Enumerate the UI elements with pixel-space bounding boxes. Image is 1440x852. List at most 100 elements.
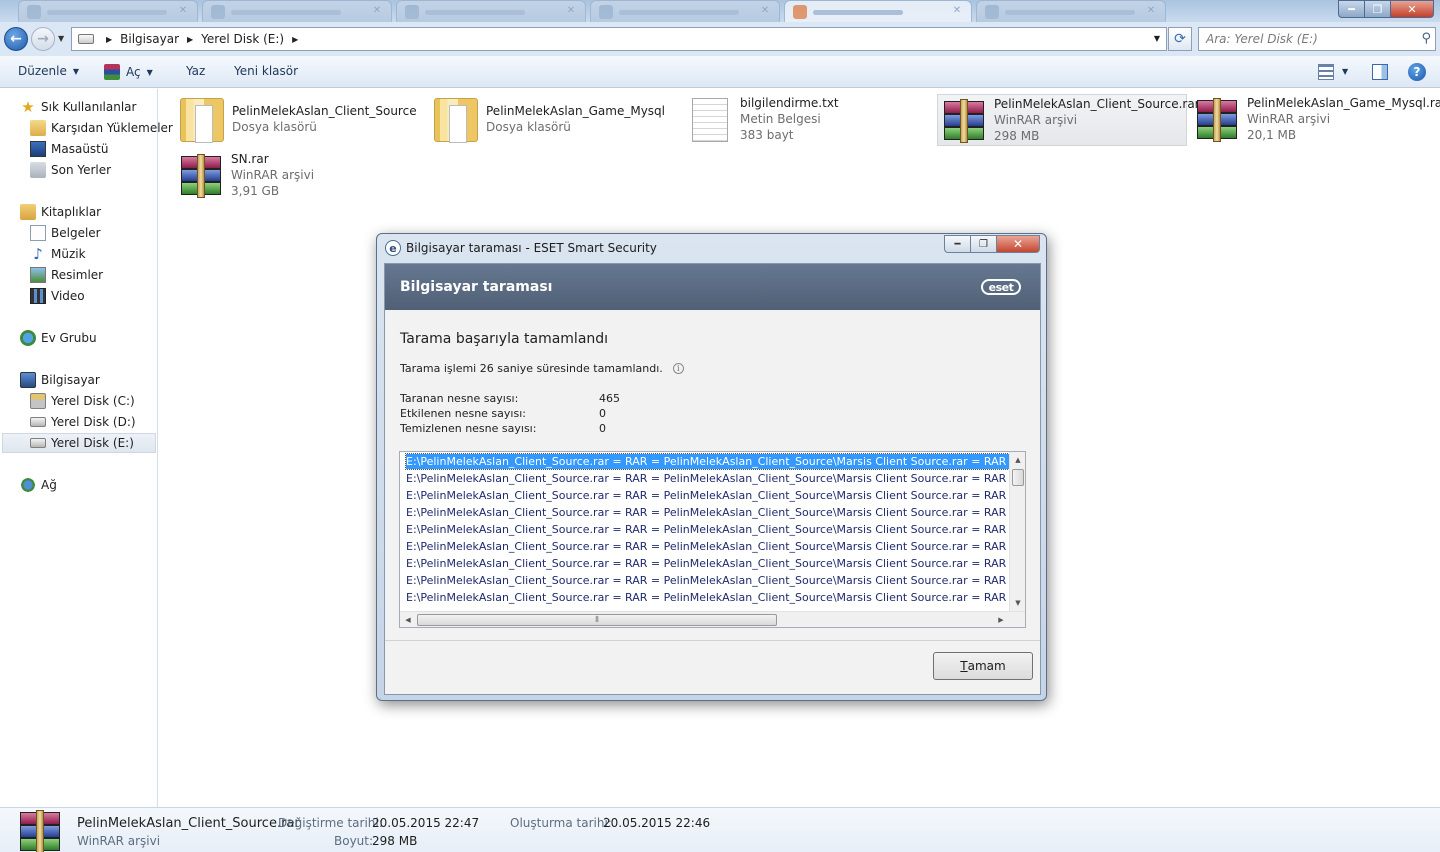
nav-label: Yerel Disk (D:) [51,415,136,429]
new-folder-button[interactable]: Yeni klasör [234,64,298,78]
file-item[interactable]: SN.rar WinRAR arşivi 3,91 GB [175,150,425,202]
pictures-icon [30,267,46,283]
active-tab[interactable]: ✕ [784,0,972,22]
computer-icon [20,372,36,388]
scroll-up-arrow-icon[interactable]: ▲ [1010,452,1025,468]
breadcrumb-separator-icon[interactable]: ▶ [106,35,112,44]
details-file-name: PelinMelekAslan_Client_Source.rar [77,816,300,831]
nav-computer[interactable]: Bilgisayar [20,370,100,390]
address-bar[interactable]: ▶ Bilgisayar ▶ Yerel Disk (E:) ▶ ▼ [71,27,1167,51]
maximize-button[interactable]: ❐ [1364,0,1390,18]
scroll-left-arrow-icon[interactable]: ◀ [400,612,416,627]
eset-app-icon: e [385,240,401,256]
file-name: PelinMelekAslan_Game_Mysql.rar [1247,96,1440,110]
close-button[interactable]: ✕ [1390,0,1434,18]
refresh-button[interactable]: ⟳ [1168,27,1192,51]
back-arrow-icon: ← [10,31,22,47]
drive-icon [30,417,46,427]
back-button[interactable]: ← [4,27,28,51]
nav-drive-e[interactable]: Yerel Disk (E:) [2,433,156,453]
nav-label: Kitaplıklar [41,205,102,219]
nav-favorites[interactable]: ★ Sık Kullanılanlar [20,97,136,117]
nav-label: Sık Kullanılanlar [41,100,137,114]
search-icon[interactable]: ⚲ [1421,31,1431,46]
nav-music[interactable]: ♪ Müzik [30,244,85,264]
horizontal-scrollbar[interactable]: ◀ ⦀ ▶ [400,611,1025,627]
breadcrumb-drive-e[interactable]: Yerel Disk (E:) [201,32,284,46]
nav-downloads[interactable]: Karşıdan Yüklemeler [30,118,173,138]
address-row: ← → ▼ ▶ Bilgisayar ▶ Yerel Disk (E:) ▶ ▼… [0,22,1440,56]
breadcrumb-separator-icon[interactable]: ▶ [292,35,298,44]
background-tab[interactable]: ✕ [202,0,392,22]
file-name: PelinMelekAslan_Client_Source.rar [994,97,1200,111]
eset-logo: eset [981,279,1021,295]
log-row[interactable]: E:\PelinMelekAslan_Client_Source.rar = R… [406,505,1009,520]
burn-button[interactable]: Yaz [186,64,205,78]
nav-homegroup[interactable]: Ev Grubu [20,328,97,348]
breadcrumb-computer[interactable]: Bilgisayar [120,32,179,46]
help-icon[interactable]: ? [1408,63,1426,81]
file-item[interactable]: bilgilendirme.txt Metin Belgesi 383 bayt [684,94,934,146]
background-tab[interactable]: ✕ [18,0,198,22]
nav-network[interactable]: Ağ [20,475,57,495]
background-tab[interactable]: ✕ [976,0,1166,22]
change-view-icon[interactable] [1318,64,1334,80]
minimize-button[interactable]: ━ [1338,0,1364,18]
log-row[interactable]: E:\PelinMelekAslan_Client_Source.rar = R… [406,556,1009,571]
preview-pane-icon[interactable] [1372,64,1388,80]
breadcrumb-separator-icon[interactable]: ▶ [187,35,193,44]
view-options-dropdown-icon[interactable]: ▼ [1342,67,1348,76]
search-input[interactable]: Ara: Yerel Disk (E:) ⚲ [1198,27,1436,51]
info-icon[interactable]: i [672,363,684,374]
log-row[interactable]: E:\PelinMelekAslan_Client_Source.rar = R… [406,522,1009,537]
background-tab[interactable]: ✕ [396,0,586,22]
forward-button[interactable]: → [31,27,55,51]
file-item[interactable]: PelinMelekAslan_Client_Source Dosya klas… [176,94,426,146]
window-titlebar: ✕ ✕ ✕ ✕ ✕ ✕ ━ ❐ ✕ [0,0,1440,22]
nav-label: Son Yerler [51,163,112,177]
file-item[interactable]: PelinMelekAslan_Game_Mysql Dosya klasörü [430,94,680,146]
nav-label: Belgeler [51,226,101,240]
downloads-folder-icon [30,120,46,136]
log-row[interactable]: E:\PelinMelekAslan_Client_Source.rar = R… [406,573,1009,588]
dialog-maximize-button[interactable]: ❐ [970,235,996,253]
file-item-selected[interactable]: PelinMelekAslan_Client_Source.rar WinRAR… [937,94,1200,146]
nav-pictures[interactable]: Resimler [30,265,103,285]
nav-documents[interactable]: Belgeler [30,223,101,243]
nav-drive-c[interactable]: Yerel Disk (C:) [30,391,135,411]
recent-pages-dropdown[interactable]: ▼ [58,34,64,43]
dialog-header-title: Bilgisayar taraması [400,279,553,295]
video-film-icon [30,288,46,304]
new-folder-label: Yeni klasör [234,64,299,78]
file-type: Dosya klasörü [232,120,317,134]
system-drive-icon [30,393,46,409]
folder-icon [180,98,224,143]
organize-button[interactable]: Düzenle ▼ [18,64,79,78]
scroll-right-arrow-icon[interactable]: ▶ [993,612,1009,627]
ok-button[interactable]: Tamam [933,652,1033,680]
nav-label: Bilgisayar [41,373,100,387]
log-row[interactable]: E:\PelinMelekAslan_Client_Source.rar = R… [406,539,1009,554]
nav-recent-places[interactable]: Son Yerler [30,160,111,180]
nav-video[interactable]: Video [30,286,85,306]
dialog-minimize-button[interactable]: ━ [944,235,970,253]
nav-desktop[interactable]: Masaüstü [30,139,108,159]
dialog-close-button[interactable]: ✕ [996,235,1040,253]
file-item[interactable]: PelinMelekAslan_Game_Mysql.rar WinRAR ar… [1191,94,1440,146]
log-row-selected[interactable]: E:\PelinMelekAslan_Client_Source.rar = R… [405,453,1010,470]
log-row[interactable]: E:\PelinMelekAslan_Client_Source.rar = R… [406,471,1009,486]
log-row[interactable]: E:\PelinMelekAslan_Client_Source.rar = R… [406,488,1009,503]
scroll-down-arrow-icon[interactable]: ▼ [1010,595,1025,611]
open-button[interactable]: Aç ▼ [104,64,153,80]
vertical-scroll-thumb[interactable] [1012,469,1024,486]
log-row[interactable]: E:\PelinMelekAslan_Client_Source.rar = R… [406,590,1009,605]
folder-icon [434,98,478,143]
horizontal-scroll-thumb[interactable]: ⦀ [417,614,777,626]
dialog-header: Bilgisayar taraması eset [385,264,1040,310]
scan-log-list[interactable]: E:\PelinMelekAslan_Client_Source.rar = R… [399,451,1026,628]
nav-libraries[interactable]: Kitaplıklar [20,202,101,222]
vertical-scrollbar[interactable]: ▲ ▼ [1009,452,1025,611]
address-history-dropdown-icon[interactable]: ▼ [1154,34,1160,43]
background-tab[interactable]: ✕ [590,0,780,22]
nav-drive-d[interactable]: Yerel Disk (D:) [30,412,136,432]
